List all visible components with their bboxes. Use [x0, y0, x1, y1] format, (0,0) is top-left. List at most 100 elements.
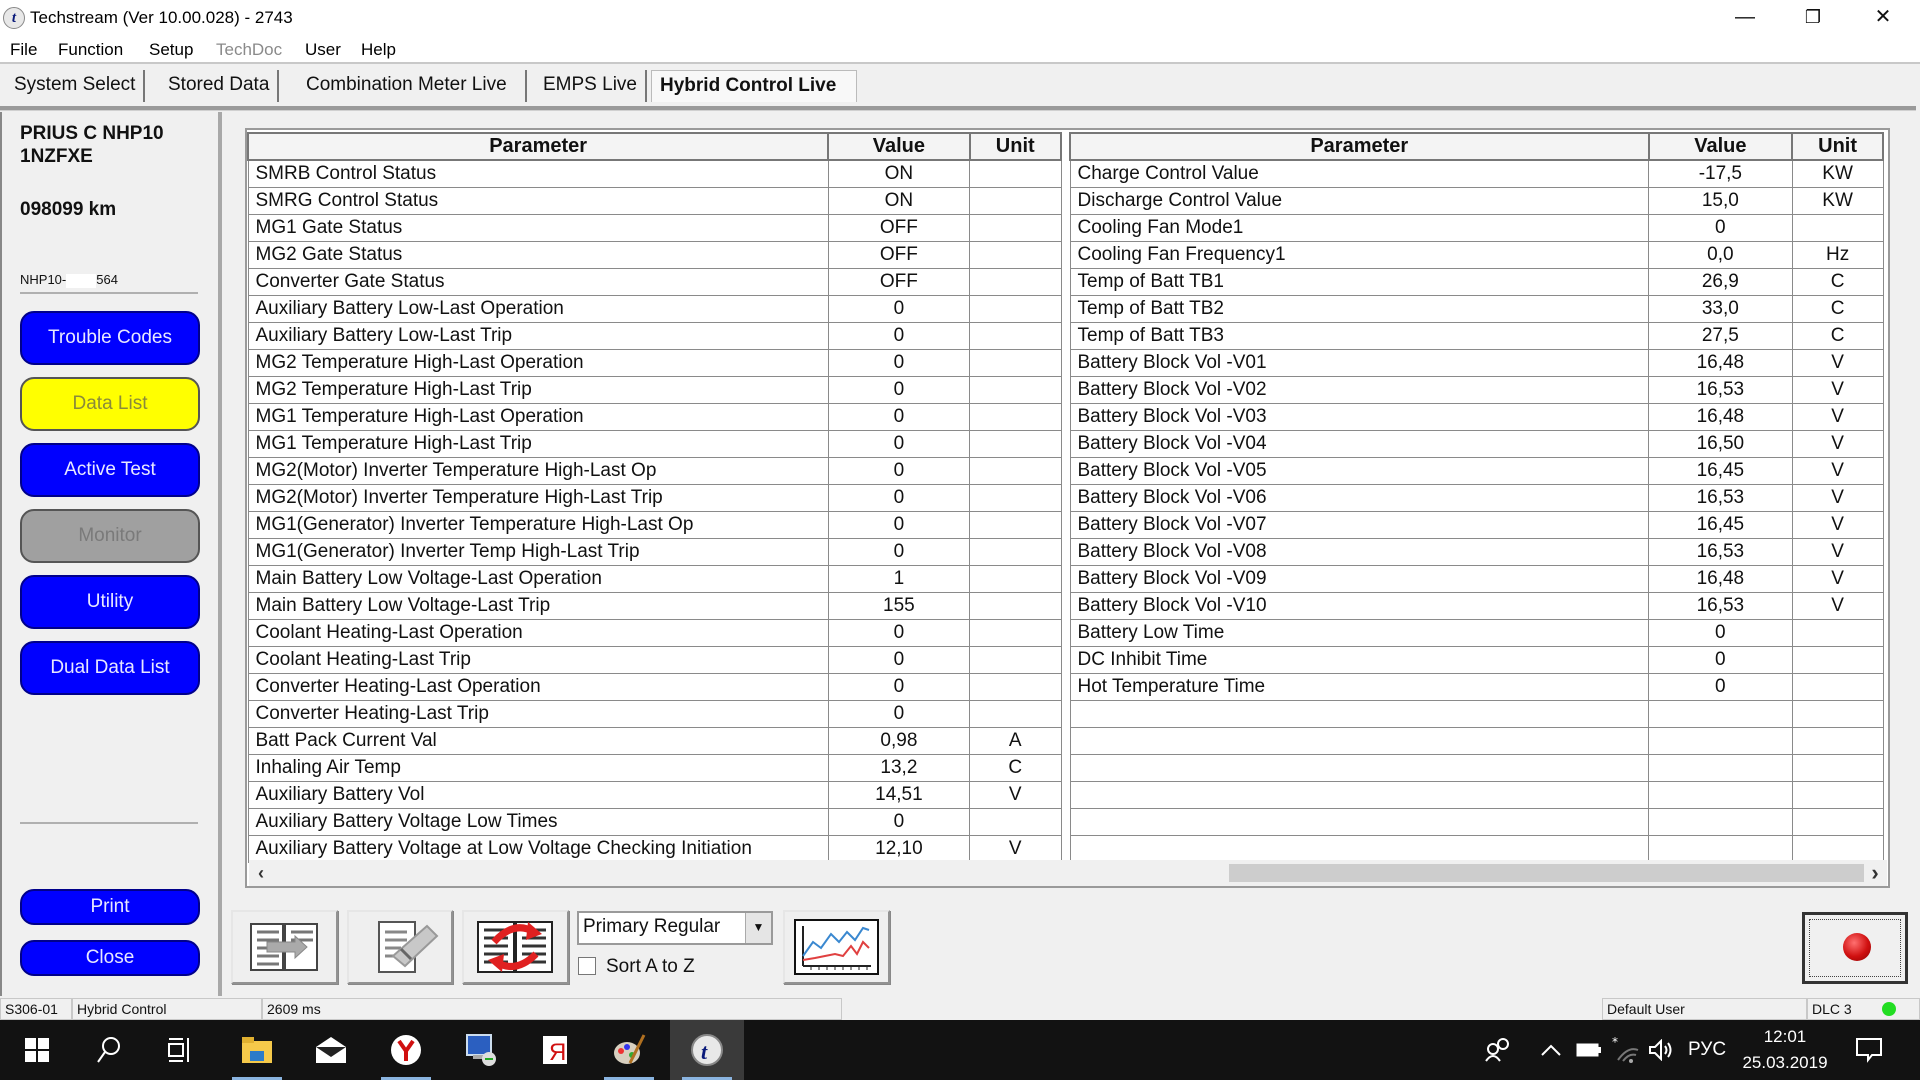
table-row[interactable]	[1069, 807, 1884, 836]
erase-list-button[interactable]	[347, 910, 453, 984]
table-row[interactable]: Temp of Batt TB1 26,9 C	[1069, 267, 1884, 296]
table-row[interactable]: Battery Block Vol -V05 16,45 V	[1069, 456, 1884, 485]
active-test-button[interactable]: Active Test	[20, 443, 200, 497]
table-row[interactable]: DC Inhibit Time 0	[1069, 645, 1884, 674]
table-row[interactable]: Coolant Heating-Last Trip 0	[247, 645, 1062, 674]
table-row[interactable]: Battery Block Vol -V08 16,53 V	[1069, 537, 1884, 566]
scrollbar-thumb[interactable]	[1229, 864, 1864, 882]
chevron-up-icon[interactable]	[1540, 1020, 1562, 1080]
column-header-value[interactable]: Value	[1647, 132, 1794, 161]
utility-button[interactable]: Utility	[20, 575, 200, 629]
wifi-icon[interactable]: *	[1612, 1020, 1640, 1080]
table-row[interactable]: MG2(Motor) Inverter Temperature High-Las…	[247, 456, 1062, 485]
windows-start-icon[interactable]	[0, 1020, 74, 1080]
table-row[interactable]: Temp of Batt TB3 27,5 C	[1069, 321, 1884, 350]
table-row[interactable]	[1069, 834, 1884, 863]
people-icon[interactable]	[1484, 1020, 1512, 1080]
paint-icon[interactable]	[592, 1020, 666, 1080]
yandex-icon[interactable]: Я	[518, 1020, 592, 1080]
table-row[interactable]: Battery Low Time 0	[1069, 618, 1884, 647]
scroll-left-arrow-icon[interactable]: ‹	[251, 860, 271, 886]
column-header-parameter[interactable]: Parameter	[246, 132, 830, 161]
table-row[interactable]: MG1 Temperature High-Last Trip 0	[247, 429, 1062, 458]
menu-file[interactable]: File	[10, 40, 37, 60]
print-button[interactable]: Print	[20, 889, 200, 925]
close-button[interactable]: Close	[20, 940, 200, 976]
graph-button[interactable]	[783, 910, 890, 984]
table-row[interactable]: Batt Pack Current Val 0,98 A	[247, 726, 1062, 755]
menu-help[interactable]: Help	[361, 40, 396, 60]
trouble-codes-button[interactable]: Trouble Codes	[20, 311, 200, 365]
tab-emps-live[interactable]: EMPS Live	[535, 70, 647, 102]
menu-techdoc[interactable]: TechDoc	[216, 40, 282, 60]
menu-setup[interactable]: Setup	[149, 40, 193, 60]
table-row[interactable]: MG1(Generator) Inverter Temp High-Last T…	[247, 537, 1062, 566]
scroll-right-arrow-icon[interactable]: ›	[1865, 860, 1885, 886]
file-explorer-icon[interactable]	[220, 1020, 294, 1080]
column-header-value[interactable]: Value	[827, 132, 971, 161]
data-list-button[interactable]: Data List	[20, 377, 200, 431]
table-row[interactable]	[1069, 699, 1884, 728]
taskbar-clock[interactable]: 12:01 25.03.2019	[1730, 1024, 1840, 1076]
table-row[interactable]: Converter Heating-Last Trip 0	[247, 699, 1062, 728]
table-row[interactable]	[1069, 753, 1884, 782]
table-row[interactable]: Battery Block Vol -V06 16,53 V	[1069, 483, 1884, 512]
search-icon[interactable]	[72, 1020, 146, 1080]
table-row[interactable]: Auxiliary Battery Voltage Low Times 0	[247, 807, 1062, 836]
monitor-button[interactable]: Monitor	[20, 509, 200, 563]
table-row[interactable]: Temp of Batt TB2 33,0 C	[1069, 294, 1884, 323]
table-row[interactable]: Battery Block Vol -V09 16,48 V	[1069, 564, 1884, 593]
sort-a-to-z-checkbox[interactable]	[578, 957, 596, 975]
dual-data-list-button[interactable]: Dual Data List	[20, 641, 200, 695]
swap-lists-button[interactable]	[462, 910, 569, 984]
column-header-unit[interactable]: Unit	[1791, 132, 1884, 161]
table-row[interactable]: Charge Control Value -17,5 KW	[1069, 159, 1884, 188]
menu-user[interactable]: User	[305, 40, 341, 60]
table-row[interactable]	[1069, 780, 1884, 809]
move-params-button[interactable]	[231, 910, 338, 984]
table-row[interactable]: MG2 Gate Status OFF	[247, 240, 1062, 269]
input-language[interactable]: РУС	[1688, 1020, 1726, 1080]
table-row[interactable]: MG1(Generator) Inverter Temperature High…	[247, 510, 1062, 539]
tab-combination-meter-live[interactable]: Combination Meter Live	[298, 70, 527, 102]
table-row[interactable]: Auxiliary Battery Low-Last Operation 0	[247, 294, 1062, 323]
table-row[interactable]: MG2 Temperature High-Last Operation 0	[247, 348, 1062, 377]
table-row[interactable]: SMRB Control Status ON	[247, 159, 1062, 188]
volume-icon[interactable]	[1648, 1020, 1674, 1080]
table-row[interactable]: Auxiliary Battery Vol 14,51 V	[247, 780, 1062, 809]
close-window-button[interactable]: ✕	[1848, 0, 1918, 34]
record-button[interactable]	[1802, 912, 1908, 984]
table-row[interactable]: Battery Block Vol -V10 16,53 V	[1069, 591, 1884, 620]
chevron-down-icon[interactable]: ▼	[745, 913, 771, 943]
table-row[interactable]: Inhaling Air Temp 13,2 C	[247, 753, 1062, 782]
table-row[interactable]: Cooling Fan Frequency1 0,0 Hz	[1069, 240, 1884, 269]
task-view-icon[interactable]	[142, 1020, 216, 1080]
tab-stored-data[interactable]: Stored Data	[160, 70, 280, 102]
action-center-icon[interactable]	[1856, 1020, 1882, 1080]
horizontal-scrollbar[interactable]: ‹ ›	[249, 860, 1887, 886]
table-row[interactable]: MG2(Motor) Inverter Temperature High-Las…	[247, 483, 1062, 512]
restore-button[interactable]: ❐	[1778, 0, 1848, 34]
menu-function[interactable]: Function	[58, 40, 123, 60]
minimize-button[interactable]: —	[1710, 0, 1780, 34]
table-row[interactable]: Converter Gate Status OFF	[247, 267, 1062, 296]
table-row[interactable]: Auxiliary Battery Low-Last Trip 0	[247, 321, 1062, 350]
battery-icon[interactable]	[1576, 1020, 1602, 1080]
table-row[interactable]: SMRG Control Status ON	[247, 186, 1062, 215]
table-row[interactable]: Battery Block Vol -V01 16,48 V	[1069, 348, 1884, 377]
table-row[interactable]: Discharge Control Value 15,0 KW	[1069, 186, 1884, 215]
techstream-taskbar-icon[interactable]: t	[670, 1020, 744, 1080]
table-row[interactable]: MG2 Temperature High-Last Trip 0	[247, 375, 1062, 404]
table-row[interactable]: MG1 Temperature High-Last Operation 0	[247, 402, 1062, 431]
sort-a-to-z-option[interactable]: Sort A to Z	[578, 956, 695, 978]
table-row[interactable]: Main Battery Low Voltage-Last Trip 155	[247, 591, 1062, 620]
table-row[interactable]: Coolant Heating-Last Operation 0	[247, 618, 1062, 647]
mail-icon[interactable]	[294, 1020, 368, 1080]
table-row[interactable]: Battery Block Vol -V04 16,50 V	[1069, 429, 1884, 458]
table-row[interactable]: Main Battery Low Voltage-Last Operation 1	[247, 564, 1062, 593]
tab-system-select[interactable]: System Select	[6, 70, 146, 102]
column-header-unit[interactable]: Unit	[968, 132, 1062, 161]
table-row[interactable]: Auxiliary Battery Voltage at Low Voltage…	[247, 834, 1062, 863]
table-row[interactable]: Converter Heating-Last Operation 0	[247, 672, 1062, 701]
table-row[interactable]: Cooling Fan Mode1 0	[1069, 213, 1884, 242]
